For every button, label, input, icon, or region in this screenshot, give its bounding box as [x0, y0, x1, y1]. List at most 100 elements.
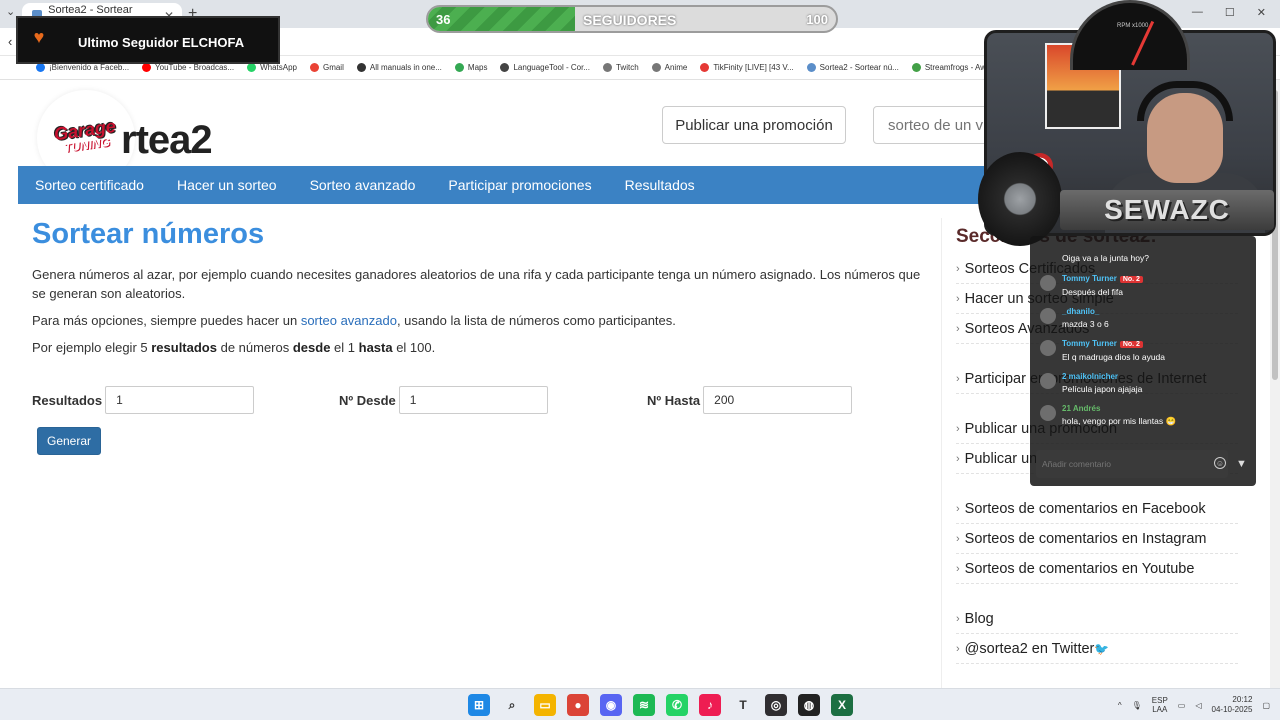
file-explorer-icon[interactable]: ▭ [534, 694, 556, 716]
sidebar-link-label: Sorteos de comentarios en Facebook [964, 500, 1206, 517]
chat-message-text: El q madruga dios lo ayuda [1062, 352, 1166, 362]
excel-icon[interactable]: X [831, 694, 853, 716]
desde-input[interactable] [398, 386, 548, 414]
bookmark-label: Twitch [615, 63, 639, 72]
chat-username-row: Tommy Turner No. 2 [1062, 273, 1250, 286]
obs-live-icon[interactable]: ◍ [798, 694, 820, 716]
tray-chevron-icon[interactable]: ^ [1118, 701, 1122, 710]
language-indicator[interactable]: ESP LAA [1152, 696, 1168, 714]
sidebar-link[interactable]: › Blog [956, 604, 1238, 634]
bookmark-item[interactable]: Twitch [602, 63, 639, 72]
tiktok-icon[interactable]: ♪ [699, 694, 721, 716]
bookmark-favicon-icon [36, 63, 45, 72]
publish-promotion-button[interactable]: Publicar una promoción [662, 106, 846, 144]
bookmark-label: Anime [664, 63, 688, 72]
chat-message: _dhanilo_ mazda 3 o 6 [1036, 306, 1250, 331]
hasta-input[interactable] [703, 386, 853, 414]
example-b3: hasta [358, 340, 393, 355]
bookmark-item[interactable]: Sortea2 - Sortear nú... [806, 63, 899, 72]
sidebar-link[interactable]: › @sortea2 en Twitter 🐦 [956, 634, 1238, 664]
typora-icon[interactable]: T [732, 694, 754, 716]
bookmark-item[interactable]: LanguageTool - Cor... [500, 63, 590, 72]
last-follower-text: Ultimo Seguidor ELCHOFA [78, 35, 245, 50]
bookmark-favicon-icon [806, 63, 816, 72]
spotify-icon[interactable]: ≋ [633, 694, 655, 716]
example-p2: de números [216, 340, 293, 355]
chat-message-text: hola, vengo por mis llantas 😁 [1062, 416, 1177, 426]
resultados-input[interactable] [105, 386, 255, 414]
microphone-icon[interactable]: 🎙 [1132, 701, 1142, 710]
language-code: ESP [1151, 696, 1168, 705]
chevron-right-icon: › [956, 292, 960, 305]
chat-messages: Oiga va a la junta hoy? Tommy Turner No. 2… [1030, 252, 1256, 448]
chat-message-text: Oiga va a la junta hoy? [1062, 253, 1149, 263]
sidebar-link[interactable]: › Sorteos de comentarios en Youtube [956, 554, 1238, 584]
notifications-icon[interactable]: ▢ [1262, 701, 1270, 710]
chat-username: 21 Andrés [1062, 404, 1101, 413]
chat-avatar [1040, 373, 1056, 389]
options-after: , usando la lista de números como partic… [396, 313, 676, 328]
bookmark-label: TikFinity [LIVE] [43 V... [713, 63, 794, 72]
bookmark-item[interactable]: Streamfrogs - Aw... [911, 63, 992, 72]
example-b1: resultados [151, 340, 217, 355]
chat-comment-input[interactable] [1036, 450, 1206, 478]
emoji-icon[interactable]: ☺ [1214, 457, 1226, 469]
nav-sorteo-avanzado[interactable]: Sorteo avanzado [310, 177, 416, 193]
followers-goal-bar: 36 SEGUIDORES 100 [426, 5, 838, 33]
example-p4: el 100. [392, 340, 436, 355]
whatsapp-icon[interactable]: ✆ [666, 694, 688, 716]
intro-text: Genera números al azar, por ejemplo cuan… [32, 267, 921, 301]
discord-icon[interactable]: ◉ [600, 694, 622, 716]
streamer-name-banner: SEWAZC [1060, 190, 1274, 230]
chat-username-row: _dhanilo_ [1062, 306, 1250, 318]
send-filter-icon[interactable]: ▼ [1236, 458, 1247, 470]
close-window-icon[interactable]: ✕ [1257, 6, 1266, 19]
live-chat-overlay: Oiga va a la junta hoy? Tommy Turner No. 2… [1030, 236, 1256, 486]
bookmark-favicon-icon [651, 63, 661, 72]
sidebar-link[interactable]: › Sorteos de comentarios en Facebook [956, 494, 1238, 524]
bookmark-favicon-icon [911, 63, 921, 72]
sidebar-link[interactable]: › Sorteos de comentarios en Instagram [956, 524, 1238, 554]
desde-label: Nº Desde [339, 392, 396, 408]
sorteo-avanzado-link[interactable]: sorteo avanzado [301, 313, 397, 328]
chat-message: 21 Andrés hola, vengo por mis llantas 😁 [1036, 403, 1250, 428]
bookmark-item[interactable]: ¡Bienvenido a Faceb... [36, 63, 129, 72]
bookmark-label: ¡Bienvenido a Faceb... [49, 63, 130, 72]
nav-participar-promociones[interactable]: Participar promociones [448, 177, 591, 193]
clock[interactable]: 20:12 04-10-2025 [1212, 695, 1253, 715]
chevron-right-icon: › [956, 642, 960, 655]
language-sub: LAA [1152, 705, 1168, 714]
maximize-icon[interactable]: ☐ [1225, 6, 1235, 19]
chat-avatar [1040, 340, 1056, 356]
taskbar-apps: ⊞ ⌕ ▭ ● ◉ ≋ ✆ ♪ T ◎ ◍ X [468, 694, 853, 716]
example-b2: desde [292, 340, 331, 355]
bookmark-item[interactable]: All manuals in one... [356, 63, 442, 72]
bookmark-item[interactable]: Gmail [309, 63, 344, 72]
generate-button[interactable]: Generar [37, 427, 101, 455]
site-logo[interactable]: Garage TUNING rtea2 [33, 88, 253, 186]
bookmark-item[interactable]: TikFinity [LIVE] [43 V... [700, 63, 794, 72]
bookmark-item[interactable]: WhatsApp [247, 63, 297, 72]
obs-icon[interactable]: ◎ [765, 694, 787, 716]
tab-search-icon[interactable]: ⌄ [6, 5, 15, 18]
nav-sorteo-certificado[interactable]: Sorteo certificado [35, 177, 144, 193]
minimize-icon[interactable]: — [1192, 6, 1203, 19]
bookmark-item[interactable]: Anime [651, 63, 688, 72]
network-icon[interactable]: ▭ [1178, 701, 1186, 710]
chat-message-text: mazda 3 o 6 [1062, 319, 1109, 329]
chat-avatar [1040, 275, 1056, 291]
chat-message-text: Película japon ajajaja [1062, 384, 1143, 394]
search-icon[interactable]: ⌕ [501, 694, 523, 716]
back-arrow-icon[interactable]: ‹ [8, 34, 12, 49]
chrome-icon[interactable]: ● [567, 694, 589, 716]
nav-resultados[interactable]: Resultados [625, 177, 695, 193]
bookmark-item[interactable]: YouTube - Broadcas... [142, 63, 234, 72]
nav-hacer-sorteo[interactable]: Hacer un sorteo [177, 177, 277, 193]
bookmark-label: Maps [467, 63, 488, 72]
followers-goal: 100 [806, 12, 828, 27]
bookmark-item[interactable]: Maps [454, 63, 488, 72]
chat-username: Tommy Turner [1062, 274, 1117, 283]
volume-icon[interactable]: ◁ [1195, 701, 1201, 710]
bookmark-favicon-icon [454, 63, 464, 72]
windows-start-icon[interactable]: ⊞ [468, 694, 490, 716]
